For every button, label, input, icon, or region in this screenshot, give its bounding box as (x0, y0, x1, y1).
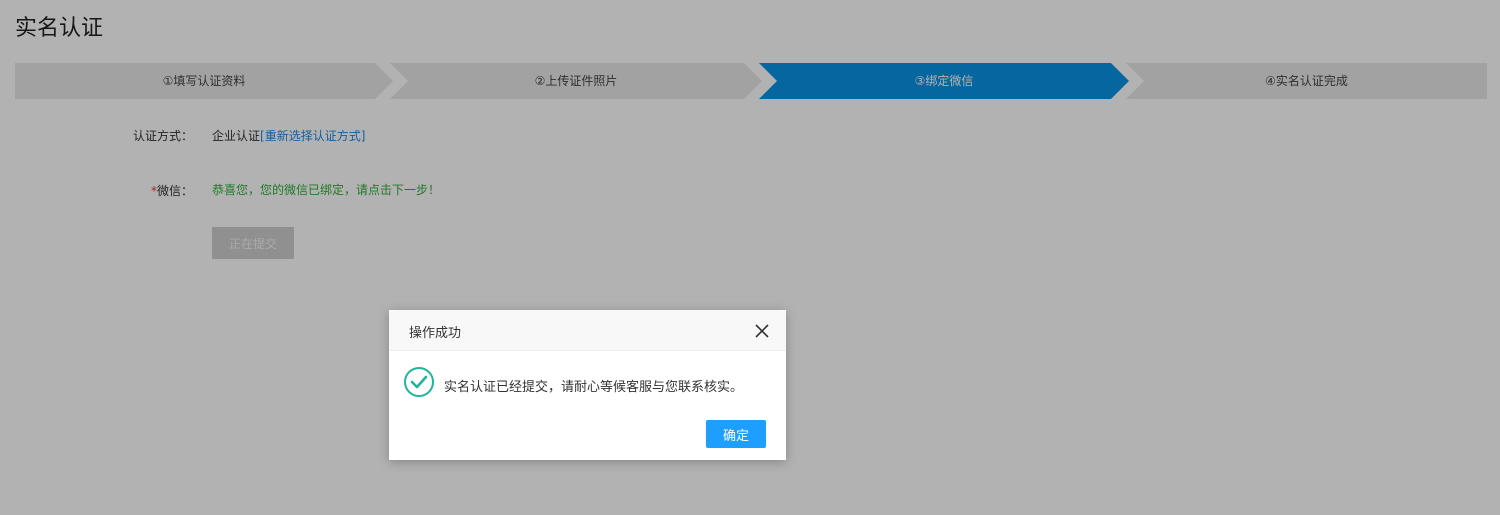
dialog-title: 操作成功 (409, 326, 462, 341)
dialog-body: 实名认证已经提交，请耐心等候客服与您联系核实。 (389, 351, 786, 421)
check-circle-icon (404, 367, 434, 397)
confirm-button[interactable]: 确定 (706, 420, 766, 448)
close-icon[interactable] (754, 323, 770, 339)
dialog-header: 操作成功 (389, 310, 786, 351)
success-dialog: 操作成功 实名认证已经提交，请耐心等候客服与您联系核实。 确定 (389, 310, 786, 460)
dialog-message: 实名认证已经提交，请耐心等候客服与您联系核实。 (444, 380, 744, 395)
